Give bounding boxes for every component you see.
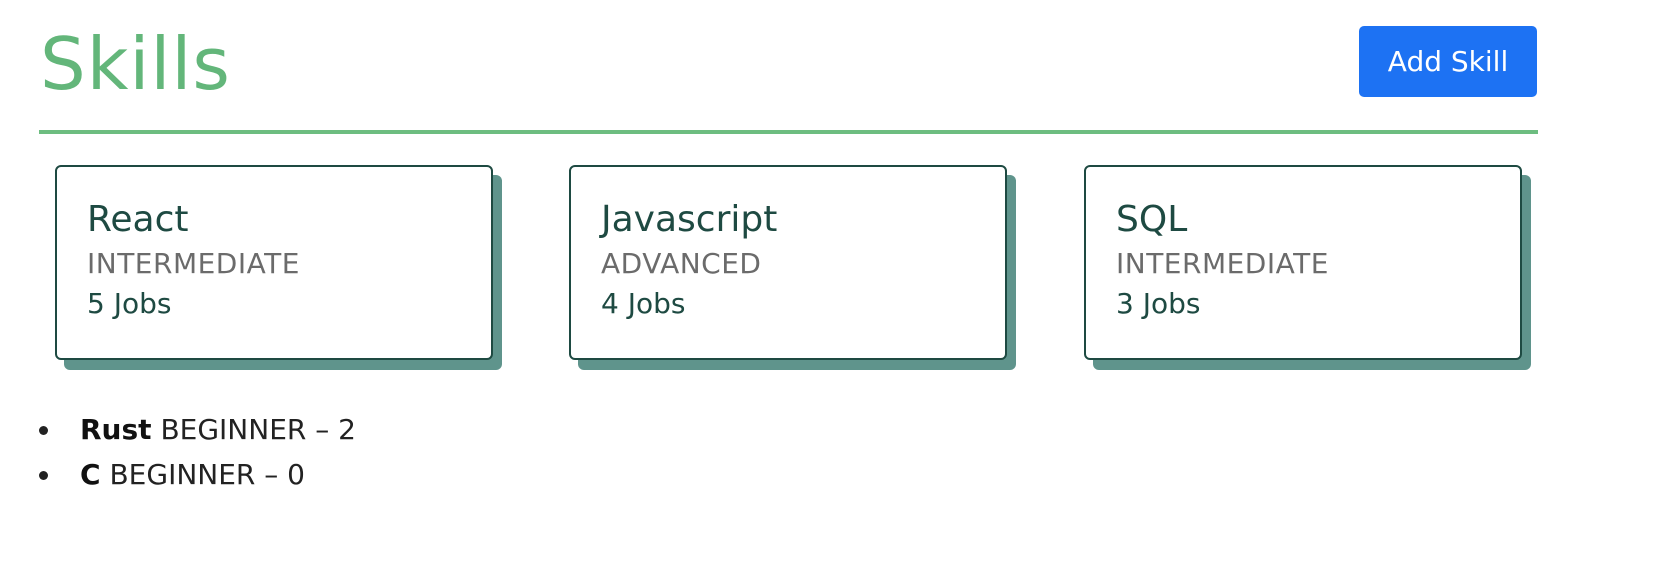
list-item: C BEGINNER – 0 — [35, 452, 356, 497]
list-item-detail: BEGINNER – 2 — [160, 413, 356, 446]
skill-card-name: SQL — [1116, 199, 1188, 240]
skill-card-react[interactable]: React INTERMEDIATE 5 Jobs — [55, 165, 493, 360]
skills-page: Skills Add Skill React INTERMEDIATE 5 Jo… — [0, 0, 1674, 568]
list-item-name: Rust — [80, 413, 152, 446]
skill-card-jobs: 4 Jobs — [601, 286, 686, 320]
bullet-icon — [39, 471, 48, 480]
page-title: Skills — [40, 22, 231, 106]
list-item-detail: BEGINNER – 0 — [109, 458, 305, 491]
list-item: Rust BEGINNER – 2 — [35, 407, 356, 452]
header-divider — [39, 130, 1538, 134]
add-skill-button[interactable]: Add Skill — [1359, 26, 1537, 97]
skill-card-level: INTERMEDIATE — [87, 247, 300, 281]
skill-card-level: INTERMEDIATE — [1116, 247, 1329, 281]
skill-card-sql[interactable]: SQL INTERMEDIATE 3 Jobs — [1084, 165, 1522, 360]
skill-card-javascript[interactable]: Javascript ADVANCED 4 Jobs — [569, 165, 1007, 360]
skill-card-jobs: 5 Jobs — [87, 286, 172, 320]
skill-card-name: Javascript — [601, 199, 778, 240]
bullet-icon — [39, 426, 48, 435]
list-item-name: C — [80, 458, 101, 491]
other-skills-list: Rust BEGINNER – 2 C BEGINNER – 0 — [35, 407, 356, 497]
skill-card-level: ADVANCED — [601, 247, 762, 281]
skill-card-name: React — [87, 199, 189, 240]
skill-card-jobs: 3 Jobs — [1116, 286, 1201, 320]
